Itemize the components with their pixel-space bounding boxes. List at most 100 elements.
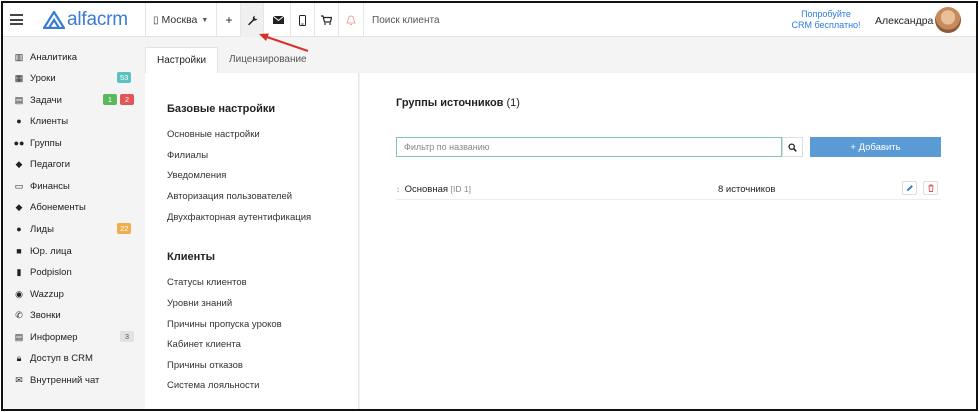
- sidebar-item-informer[interactable]: ▤ Информер 3: [13, 328, 135, 346]
- building-icon: ▯: [153, 14, 159, 26]
- row-id: [ID 1]: [450, 184, 471, 194]
- briefcase-icon: ■: [16, 246, 22, 256]
- sidebar-item-groups[interactable]: ●● Группы: [13, 134, 135, 152]
- sidebar-item-label: Лиды: [30, 223, 54, 235]
- sidebar-item-finance[interactable]: ▭ Финансы: [13, 177, 135, 195]
- sidebar: ▥ Аналитика ▦ Уроки 53 ▤ Задачи 1 2 ● Кл…: [3, 38, 143, 409]
- chevron-down-icon: ▼: [201, 16, 209, 24]
- top-bar: alfacrm ▯ Москва ▼ + Поиск клиента Попро…: [3, 3, 976, 37]
- divider: [145, 3, 146, 37]
- settings-item-refusal-reasons[interactable]: Причины отказов: [167, 360, 243, 371]
- sidebar-item-label: Доступ в CRM: [30, 352, 93, 364]
- settings-item-loyalty[interactable]: Система лояльности: [167, 380, 259, 391]
- menu-icon[interactable]: [10, 14, 23, 25]
- envelope-icon: ✉: [15, 374, 23, 385]
- page-title: Группы источников (1): [396, 97, 520, 109]
- sidebar-item-label: Педагоги: [30, 158, 71, 170]
- sidebar-item-crm-access[interactable]: 🔒︎ Доступ в CRM: [13, 349, 135, 367]
- add-icon[interactable]: +: [218, 3, 240, 37]
- settings-item-notifications[interactable]: Уведомления: [167, 170, 226, 181]
- divider: [338, 3, 339, 37]
- informer-badge: 3: [120, 331, 134, 342]
- promo-link[interactable]: Попробуйте CRM бесплатно!: [791, 9, 861, 31]
- leads-badge: 22: [117, 223, 132, 234]
- sidebar-item-subscriptions[interactable]: ◆ Абонементы: [13, 198, 135, 216]
- sidebar-item-clients[interactable]: ● Клиенты: [13, 112, 135, 130]
- sidebar-item-label: Финансы: [30, 180, 70, 192]
- sidebar-item-leads[interactable]: ● Лиды 22: [13, 220, 135, 238]
- add-button[interactable]: + Добавить: [810, 137, 941, 157]
- drag-handle-icon[interactable]: ↕: [396, 185, 400, 194]
- lock-icon: 🔒︎: [16, 352, 22, 363]
- annotation-arrow: [259, 33, 309, 52]
- sidebar-item-teachers[interactable]: ◆ Педагоги: [13, 155, 135, 173]
- settings-item-client-statuses[interactable]: Статусы клиентов: [167, 277, 247, 288]
- sidebar-item-label: Юр. лица: [30, 245, 72, 257]
- sidebar-item-label: Wazzup: [30, 288, 64, 300]
- whatsapp-icon: ◉: [15, 288, 23, 299]
- sidebar-item-label: Задачи: [30, 94, 62, 106]
- users-icon: ●●: [13, 138, 25, 148]
- promo-line-2: CRM бесплатно!: [791, 20, 861, 30]
- settings-item-client-cabinet[interactable]: Кабинет клиента: [167, 339, 241, 350]
- page-title-text: Группы источников: [396, 97, 504, 109]
- trash-icon[interactable]: [923, 181, 938, 195]
- sidebar-item-lessons[interactable]: ▦ Уроки 53: [13, 69, 135, 87]
- section-title-clients: Клиенты: [167, 251, 216, 263]
- sidebar-item-label: Звонки: [30, 309, 61, 321]
- bell-icon[interactable]: [340, 3, 362, 37]
- client-search-input[interactable]: Поиск клиента: [372, 15, 440, 26]
- app-window: alfacrm ▯ Москва ▼ + Поиск клиента Попро…: [1, 1, 978, 411]
- logo-mark-icon: [43, 11, 65, 29]
- section-title-basic: Базовые настройки: [167, 103, 276, 115]
- sidebar-item-podpislon[interactable]: ▮ Podpislon: [13, 263, 135, 281]
- calendar-icon: ▦: [14, 72, 24, 83]
- money-icon: ▭: [14, 180, 24, 191]
- logo[interactable]: alfacrm: [43, 9, 128, 30]
- settings-item-user-auth[interactable]: Авторизация пользователей: [167, 191, 292, 202]
- cart-icon[interactable]: [315, 3, 337, 37]
- lessons-badge: 53: [117, 72, 132, 83]
- settings-item-main[interactable]: Основные настройки: [167, 129, 260, 140]
- list-icon: ▤: [14, 331, 24, 342]
- sidebar-item-internal-chat[interactable]: ✉ Внутренний чат: [13, 371, 135, 389]
- table-row[interactable]: ↕ Основная [ID 1] 8 источников: [396, 178, 941, 200]
- sidebar-item-label: Абонементы: [30, 201, 86, 213]
- user-plus-icon: ●: [16, 224, 22, 234]
- user-name[interactable]: Александра: [875, 15, 933, 27]
- edit-icon[interactable]: [902, 181, 917, 195]
- row-name: ↕ Основная [ID 1]: [396, 184, 471, 195]
- tasks-badge-done: 1: [103, 94, 117, 105]
- settings-item-two-factor[interactable]: Двухфакторная аутентификация: [167, 212, 311, 223]
- chart-icon: ▥: [14, 51, 24, 62]
- sidebar-item-analytics[interactable]: ▥ Аналитика: [13, 48, 135, 66]
- sidebar-item-label: Группы: [30, 137, 62, 149]
- user-icon: ●: [16, 116, 22, 126]
- settings-item-absence-reasons[interactable]: Причины пропуска уроков: [167, 319, 282, 330]
- settings-item-knowledge-levels[interactable]: Уровни знаний: [167, 298, 232, 309]
- sidebar-item-label: Клиенты: [30, 115, 69, 127]
- sidebar-item-legal-entities[interactable]: ■ Юр. лица: [13, 242, 135, 260]
- tab-settings[interactable]: Настройки: [145, 47, 219, 73]
- sidebar-item-label: Уроки: [30, 72, 56, 84]
- divider: [216, 3, 217, 37]
- sidebar-item-wazzup[interactable]: ◉ Wazzup: [13, 285, 135, 303]
- row-sources-count: 8 источников: [718, 184, 776, 195]
- settings-menu: Базовые настройки Основные настройки Фил…: [145, 73, 359, 409]
- tag-icon: ◆: [15, 201, 23, 212]
- logo-text: alfacrm: [67, 9, 128, 30]
- city-label: Москва: [161, 14, 198, 26]
- city-selector[interactable]: ▯ Москва ▼: [153, 14, 208, 26]
- search-icon[interactable]: [782, 137, 803, 157]
- sidebar-item-label: Аналитика: [30, 51, 78, 63]
- avatar[interactable]: [935, 7, 961, 33]
- sidebar-item-calls[interactable]: ✆ Звонки: [13, 306, 135, 324]
- divider: [363, 3, 364, 37]
- promo-line-1: Попробуйте: [801, 9, 851, 19]
- graduation-cap-icon: ◆: [15, 158, 23, 169]
- settings-item-branches[interactable]: Филиалы: [167, 150, 208, 161]
- filter-input[interactable]: Фильтр по названию: [396, 137, 782, 157]
- sidebar-item-tasks[interactable]: ▤ Задачи 1 2: [13, 91, 135, 109]
- tasks-badge-overdue: 2: [120, 94, 134, 105]
- sidebar-item-label: Информер: [30, 331, 78, 343]
